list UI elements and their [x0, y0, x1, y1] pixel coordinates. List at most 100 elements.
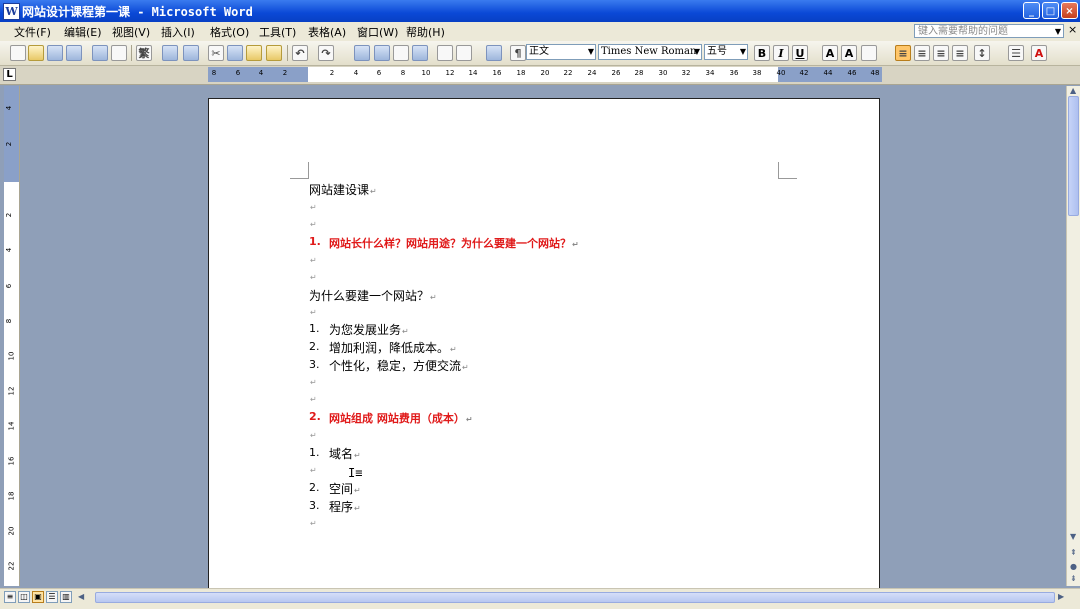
undo-icon[interactable]: ↶ [292, 45, 308, 61]
ruler-tick-label: 2 [329, 69, 335, 77]
style-select[interactable]: 正文 ▼ [526, 44, 596, 60]
chinese-conversion-icon[interactable]: 繁 [136, 45, 152, 61]
close-button[interactable]: × [1061, 2, 1078, 19]
paragraph-mark: ↵ [354, 486, 361, 495]
print-preview-icon[interactable] [111, 45, 127, 61]
font-color-icon[interactable]: A [1031, 45, 1047, 61]
previous-page-icon[interactable]: ⇞ [1070, 548, 1077, 557]
distributed-align-button[interactable]: ≡ [952, 45, 968, 61]
show-hide-paragraph-icon[interactable]: ¶ [510, 45, 526, 61]
select-browse-object-icon[interactable]: ● [1070, 562, 1077, 571]
minimize-button[interactable]: _ [1023, 2, 1040, 19]
scroll-down-icon[interactable]: ▼ [1070, 532, 1076, 541]
paragraph-mark: ↵ [402, 327, 409, 336]
character-shading-icon[interactable]: A [841, 45, 857, 61]
font-size-select[interactable]: 五号 ▼ [704, 44, 748, 60]
section-2-text: 网站组成 网站费用（成本） [329, 412, 465, 425]
menu-view[interactable]: 视图(V) [112, 24, 150, 40]
web-layout-view-icon[interactable]: ◫ [18, 591, 30, 603]
insert-excel-icon[interactable] [412, 45, 428, 61]
vertical-scrollbar[interactable]: ▲ ▼ ⇞ ● ⇟ [1066, 86, 1080, 586]
menu-file[interactable]: 文件(F) [14, 24, 51, 40]
close-document-button[interactable]: × [1068, 23, 1077, 36]
ruler-tick-label: 10 [7, 351, 16, 361]
paragraph-mark: ↵ [430, 293, 437, 302]
menu-tools[interactable]: 工具(T) [259, 24, 296, 40]
list-item[interactable]: 程序↵ [329, 498, 361, 515]
menu-window[interactable]: 窗口(W) [357, 24, 398, 40]
permission-icon[interactable] [66, 45, 82, 61]
section-1-heading[interactable]: 网站长什么样？网站用途？为什么要建一个网站？↵ [329, 235, 579, 251]
character-border-icon[interactable]: A [822, 45, 838, 61]
menu-edit[interactable]: 编辑(E) [64, 24, 102, 40]
menu-format[interactable]: 格式(O) [210, 24, 249, 40]
paragraph-mark: ↵ [370, 187, 377, 196]
section-1-text: 网站长什么样？网站用途？为什么要建一个网站？ [329, 237, 571, 250]
copy-icon[interactable] [227, 45, 243, 61]
outline-view-icon[interactable]: ☰ [46, 591, 58, 603]
menu-insert[interactable]: 插入(I) [161, 24, 195, 40]
tab-selector[interactable]: L [3, 68, 16, 81]
insert-hyperlink-icon[interactable] [354, 45, 370, 61]
crop-mark [290, 162, 309, 179]
underline-button[interactable]: U [792, 45, 808, 61]
columns-icon[interactable] [437, 45, 453, 61]
word-app-icon[interactable]: W [3, 3, 20, 20]
chevron-down-icon[interactable]: ▼ [588, 45, 594, 59]
format-painter-icon[interactable] [266, 45, 282, 61]
redo-icon[interactable]: ↷ [318, 45, 334, 61]
cut-icon[interactable]: ✂ [208, 45, 224, 61]
save-icon[interactable] [47, 45, 63, 61]
paragraph-mark: ↵ [465, 415, 473, 424]
maximize-button[interactable]: □ [1042, 2, 1059, 19]
research-icon[interactable] [183, 45, 199, 61]
align-center-button[interactable]: ≡ [914, 45, 930, 61]
ruler-tick-label: 8 [211, 69, 217, 77]
scroll-left-icon[interactable]: ◀ [78, 592, 84, 601]
chevron-down-icon[interactable]: ▼ [1055, 25, 1061, 39]
phonetic-guide-icon[interactable] [861, 45, 877, 61]
list-item[interactable]: 域名↵ [329, 445, 361, 462]
help-search-input[interactable]: 键入需要帮助的问题 ▼ [914, 24, 1064, 38]
paste-icon[interactable] [246, 45, 262, 61]
open-folder-icon[interactable] [28, 45, 44, 61]
vertical-ruler[interactable]: 4 2 2 4 6 8 10 12 14 16 18 20 22 [4, 86, 20, 586]
numbering-icon[interactable]: ☰ [1008, 45, 1024, 61]
question-line[interactable]: 为什么要建一个网站？↵ [309, 287, 437, 304]
menu-table[interactable]: 表格(A) [308, 24, 346, 40]
list-item[interactable]: 增加利润，降低成本。↵ [329, 339, 457, 356]
insert-table-icon[interactable] [393, 45, 409, 61]
print-layout-view-icon[interactable]: ▣ [32, 591, 44, 603]
document-map-icon[interactable] [486, 45, 502, 61]
horizontal-scrollbar[interactable]: ≡ ◫ ▣ ☰ ▥ ◀ ▶ [0, 588, 1080, 609]
document-heading[interactable]: 网站建设课↵ [309, 181, 377, 198]
drawing-icon[interactable] [456, 45, 472, 61]
align-right-button[interactable]: ≡ [933, 45, 949, 61]
font-select[interactable]: Times New Roman ▼ [598, 44, 702, 60]
line-spacing-icon[interactable]: ↕ [974, 45, 990, 61]
spelling-check-icon[interactable] [162, 45, 178, 61]
scroll-up-icon[interactable]: ▲ [1070, 86, 1076, 95]
new-document-icon[interactable] [10, 45, 26, 61]
list-item[interactable]: 为您发展业务↵ [329, 321, 409, 338]
normal-view-icon[interactable]: ≡ [4, 591, 16, 603]
align-justify-button[interactable]: ≡ [895, 45, 911, 61]
scrollbar-thumb[interactable] [95, 592, 1055, 603]
bold-button[interactable]: B [754, 45, 770, 61]
next-page-icon[interactable]: ⇟ [1070, 574, 1077, 583]
list-item[interactable]: 空间↵ [329, 480, 361, 497]
chevron-down-icon[interactable]: ▼ [694, 45, 700, 59]
section-2-heading[interactable]: 网站组成 网站费用（成本）↵ [329, 410, 473, 426]
menu-help[interactable]: 帮助(H) [406, 24, 445, 40]
list-item[interactable]: 个性化，稳定，方便交流↵ [329, 357, 469, 374]
paragraph-mark: ↵ [462, 363, 469, 372]
chevron-down-icon[interactable]: ▼ [740, 45, 746, 59]
scroll-right-icon[interactable]: ▶ [1058, 592, 1064, 601]
horizontal-ruler[interactable]: 8 6 4 2 2 4 6 8 10 12 14 16 18 20 22 24 … [208, 67, 882, 82]
tables-borders-icon[interactable] [374, 45, 390, 61]
print-icon[interactable] [92, 45, 108, 61]
empty-paragraph: ↵ [310, 273, 317, 282]
italic-button[interactable]: I [773, 45, 789, 61]
reading-layout-view-icon[interactable]: ▥ [60, 591, 72, 603]
scrollbar-thumb[interactable] [1068, 96, 1079, 216]
